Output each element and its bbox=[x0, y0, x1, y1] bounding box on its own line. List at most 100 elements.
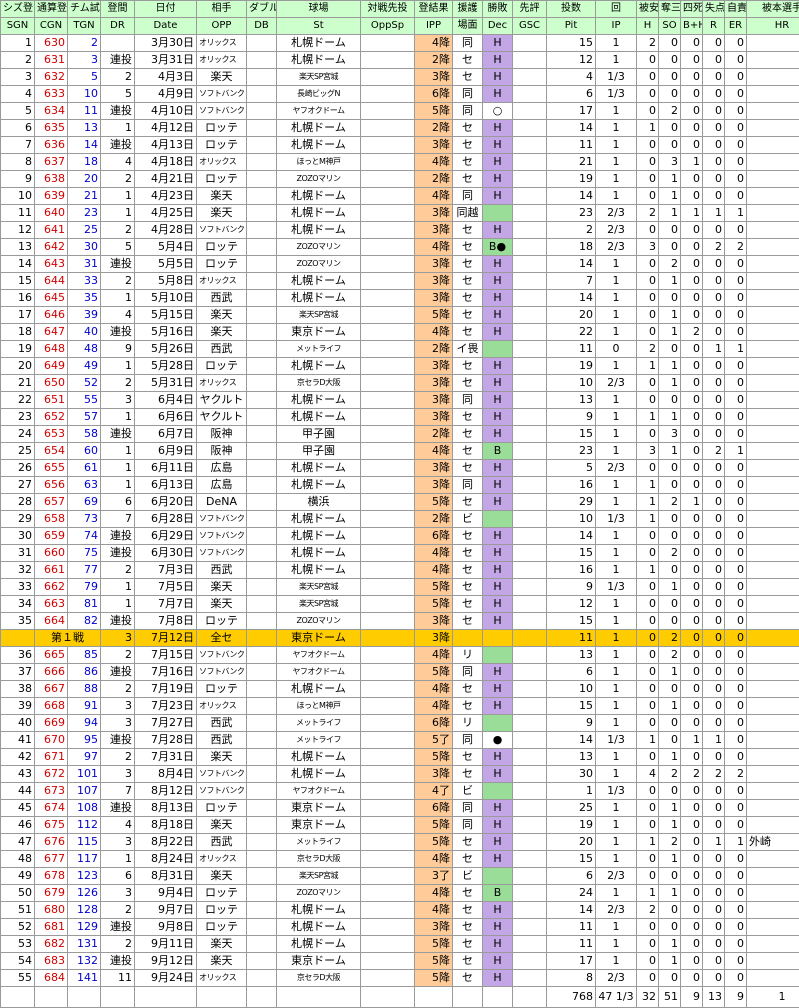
ipp-cell: 2降 bbox=[415, 511, 453, 528]
strikeouts-cell: 2 bbox=[659, 545, 681, 562]
oppsp-cell bbox=[361, 120, 415, 137]
earned-runs-cell: 0 bbox=[725, 409, 747, 426]
totals-blank bbox=[415, 987, 453, 1008]
header-cell: 被安 bbox=[637, 1, 659, 18]
stadium-cell: ZOZOマリン bbox=[277, 171, 361, 188]
stadium-cell: 楽天SP宮城 bbox=[277, 579, 361, 596]
pitch-count-cell: 29 bbox=[547, 494, 596, 511]
scene-cell: ビ bbox=[453, 868, 483, 885]
earned-runs-cell: 0 bbox=[725, 919, 747, 936]
walks-cell: 0 bbox=[681, 239, 703, 256]
ipp-cell: 4降 bbox=[415, 239, 453, 256]
hits-cell: 0 bbox=[637, 596, 659, 613]
date-cell: 8月31日 bbox=[135, 868, 197, 885]
gsc-cell bbox=[513, 494, 547, 511]
header-cell: SO bbox=[659, 18, 681, 35]
scene-cell: セ bbox=[453, 970, 483, 987]
db-cell bbox=[247, 171, 277, 188]
hits-cell: 0 bbox=[637, 256, 659, 273]
pitch-count-cell: 14 bbox=[547, 732, 596, 749]
decision-cell: H bbox=[483, 817, 513, 834]
date-cell: 9月4日 bbox=[135, 885, 197, 902]
decision-cell bbox=[483, 630, 513, 647]
allstar-row: 第１戦37月12日全セ東京ドーム3降11102000 bbox=[1, 630, 799, 647]
hits-cell: 1 bbox=[637, 834, 659, 851]
walks-cell: 0 bbox=[681, 188, 703, 205]
table-row: 3166075連投6月30日ソフトバンク札幌ドーム4降セH15102000 bbox=[1, 545, 799, 562]
hr-batter-cell bbox=[747, 188, 799, 205]
walks-cell: 0 bbox=[681, 562, 703, 579]
cgn-cell: 637 bbox=[35, 154, 68, 171]
earned-runs-cell: 0 bbox=[725, 358, 747, 375]
walks-cell: 0 bbox=[681, 545, 703, 562]
tgn-cell: 108 bbox=[68, 800, 101, 817]
db-cell bbox=[247, 443, 277, 460]
ipp-cell: 5降 bbox=[415, 817, 453, 834]
strikeouts-cell: 1 bbox=[659, 358, 681, 375]
table-row: 1864740連投5月16日楽天東京ドーム4降セH22101200 bbox=[1, 324, 799, 341]
pitch-count-cell: 7 bbox=[547, 273, 596, 290]
runs-cell: 0 bbox=[703, 460, 725, 477]
opp-cell: 西武 bbox=[197, 834, 247, 851]
hits-cell: 0 bbox=[637, 698, 659, 715]
earned-runs-cell: 0 bbox=[725, 511, 747, 528]
innings-cell: 1 bbox=[596, 630, 637, 647]
gsc-cell bbox=[513, 970, 547, 987]
header-cell: St bbox=[277, 18, 361, 35]
ipp-cell: 3降 bbox=[415, 273, 453, 290]
ipp-cell: 3降 bbox=[415, 630, 453, 647]
walks-cell: 0 bbox=[681, 409, 703, 426]
hits-cell: 0 bbox=[637, 545, 659, 562]
table-row: 196484895月26日西武メットライフ2降イ畏11020011 bbox=[1, 341, 799, 358]
sgn-cell: 42 bbox=[1, 749, 35, 766]
dr-cell: 3 bbox=[101, 885, 135, 902]
header-row-japanese: シズ登通算登チム試登間日付相手ダブル球場対戦先投登結果援護勝敗先評投数回被安奪三… bbox=[1, 1, 799, 18]
earned-runs-cell: 0 bbox=[725, 647, 747, 664]
tgn-cell: 107 bbox=[68, 783, 101, 800]
table-row: 86371844月18日オリックスほっとM神戸4降セH21103100 bbox=[1, 154, 799, 171]
hr-batter-cell bbox=[747, 239, 799, 256]
opp-cell: 阪神 bbox=[197, 443, 247, 460]
walks-cell: 0 bbox=[681, 256, 703, 273]
db-cell bbox=[247, 86, 277, 103]
earned-runs-cell: 0 bbox=[725, 273, 747, 290]
sgn-cell: 8 bbox=[1, 154, 35, 171]
stadium-cell: ZOZOマリン bbox=[277, 256, 361, 273]
gsc-cell bbox=[513, 715, 547, 732]
innings-cell: 1 bbox=[596, 647, 637, 664]
runs-cell: 0 bbox=[703, 647, 725, 664]
tgn-cell: 21 bbox=[68, 188, 101, 205]
gsc-cell bbox=[513, 919, 547, 936]
strikeouts-cell: 0 bbox=[659, 902, 681, 919]
tgn-cell: 94 bbox=[68, 715, 101, 732]
stadium-cell: 楽天SP宮城 bbox=[277, 307, 361, 324]
runs-cell: 0 bbox=[703, 307, 725, 324]
strikeouts-cell: 2 bbox=[659, 766, 681, 783]
total-walks: 9 bbox=[681, 987, 703, 1008]
hits-cell: 0 bbox=[637, 528, 659, 545]
ipp-cell: 3降 bbox=[415, 766, 453, 783]
header-cell: Dec bbox=[483, 18, 513, 35]
walks-cell: 0 bbox=[681, 970, 703, 987]
gsc-cell bbox=[513, 290, 547, 307]
strikeouts-cell: 0 bbox=[659, 239, 681, 256]
walks-cell: 0 bbox=[681, 919, 703, 936]
tgn-cell: 141 bbox=[68, 970, 101, 987]
dr-cell: 1 bbox=[101, 120, 135, 137]
pitch-count-cell: 19 bbox=[547, 171, 596, 188]
earned-runs-cell: 0 bbox=[725, 681, 747, 698]
strikeouts-cell: 0 bbox=[659, 783, 681, 800]
innings-cell: 1 bbox=[596, 953, 637, 970]
hr-batter-cell bbox=[747, 477, 799, 494]
opp-cell: ロッテ bbox=[197, 902, 247, 919]
ipp-cell: 3降 bbox=[415, 919, 453, 936]
gsc-cell bbox=[513, 443, 547, 460]
opp-cell: ソフトバンク bbox=[197, 545, 247, 562]
hr-batter-cell bbox=[747, 154, 799, 171]
opp-cell: 西武 bbox=[197, 341, 247, 358]
decision-cell: H bbox=[483, 52, 513, 69]
tgn-cell: 123 bbox=[68, 868, 101, 885]
db-cell bbox=[247, 630, 277, 647]
earned-runs-cell: 0 bbox=[725, 171, 747, 188]
runs-cell: 0 bbox=[703, 52, 725, 69]
